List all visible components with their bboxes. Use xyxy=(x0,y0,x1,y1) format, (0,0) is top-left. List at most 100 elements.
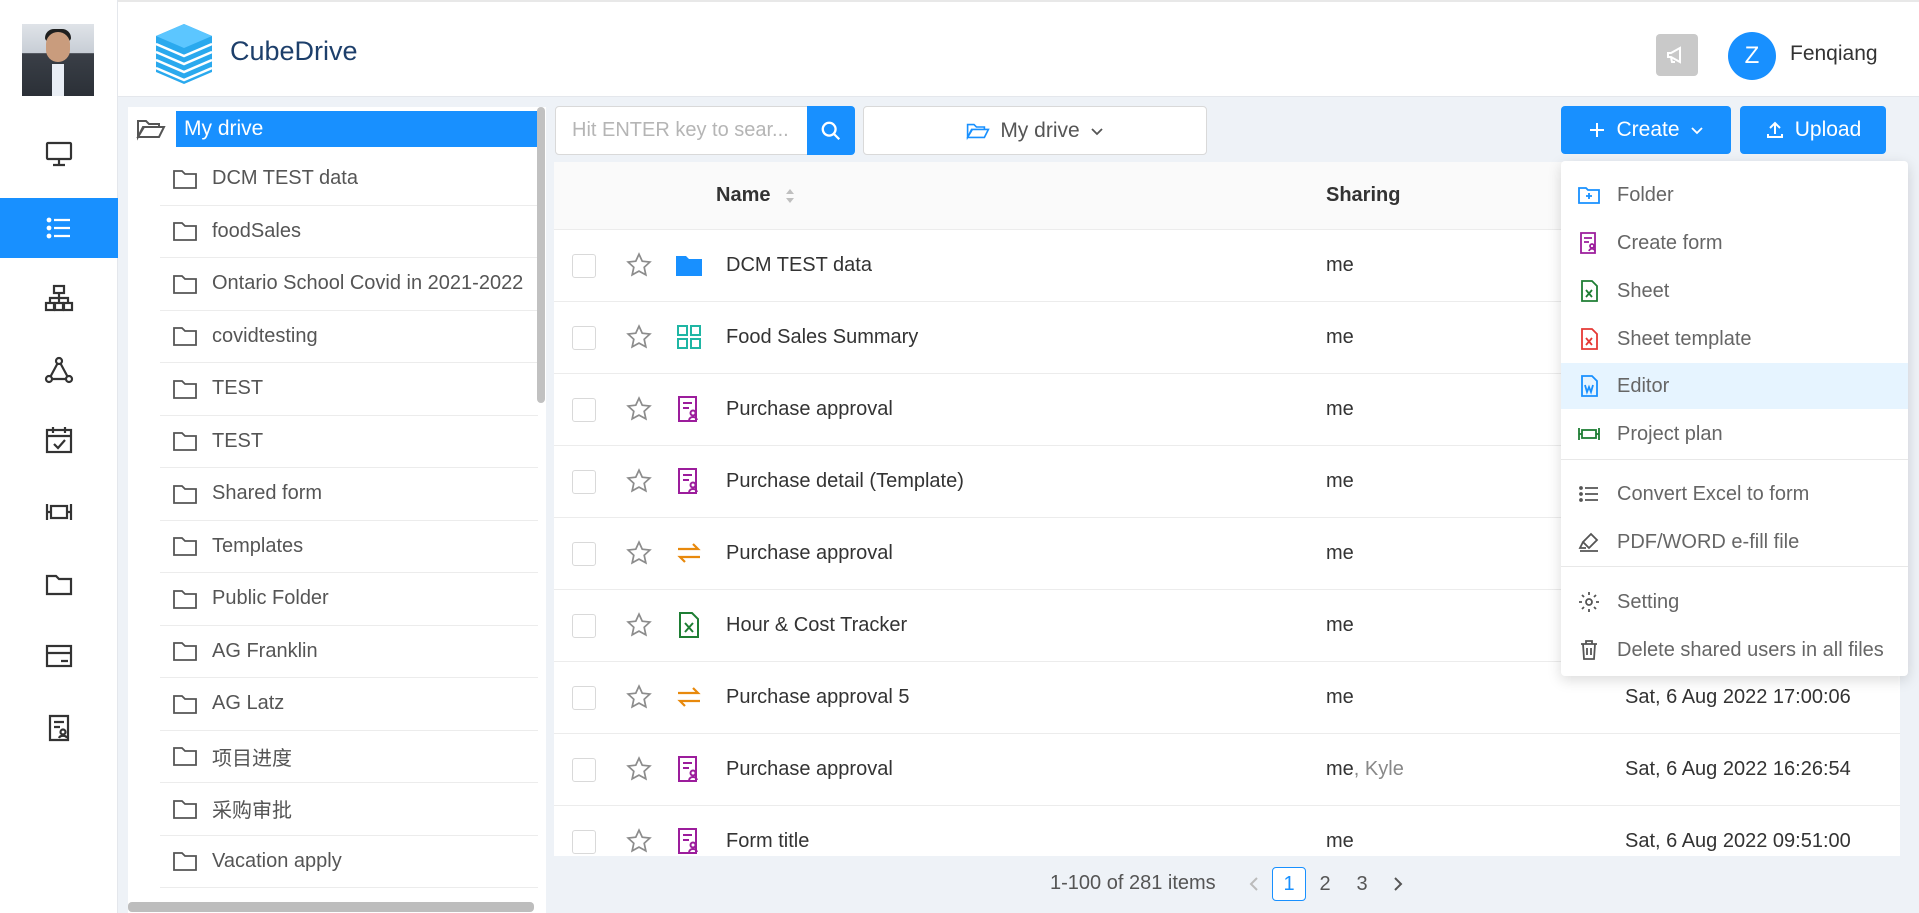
menu-item-convert-excel[interactable]: Convert Excel to form xyxy=(1561,471,1908,517)
star-icon[interactable] xyxy=(626,540,652,566)
menu-item-create-form[interactable]: Create form xyxy=(1561,220,1908,266)
menu-item-editor[interactable]: Editor xyxy=(1561,363,1908,409)
path-selector[interactable]: My drive xyxy=(863,106,1207,155)
column-header-name[interactable]: Name xyxy=(716,184,796,207)
file-name[interactable]: Purchase approval 5 xyxy=(726,686,909,709)
tree-folder-item[interactable]: Ontario School Covid in 2021-2022 xyxy=(160,258,538,311)
create-button[interactable]: Create xyxy=(1561,106,1731,154)
menu-item-folder[interactable]: Folder xyxy=(1561,172,1908,218)
page-1[interactable]: 1 xyxy=(1272,867,1306,901)
menu-item-project-plan[interactable]: Project plan xyxy=(1561,411,1908,457)
tree-folder-label: 项目进度 xyxy=(212,747,292,770)
star-icon[interactable] xyxy=(626,612,652,638)
file-name[interactable]: Purchase approval xyxy=(726,758,893,781)
page-2[interactable]: 2 xyxy=(1308,867,1342,901)
tree-folder-item[interactable]: foodSales xyxy=(160,206,538,258)
tree-folder-item[interactable]: AG Latz xyxy=(160,678,538,731)
file-name[interactable]: Food Sales Summary xyxy=(726,326,918,349)
table-row[interactable]: Form title me Sat, 6 Aug 2022 09:51:00 xyxy=(554,806,1900,856)
sheet-template-icon xyxy=(1581,328,1598,350)
row-checkbox[interactable] xyxy=(572,470,596,494)
announcement-button[interactable] xyxy=(1656,34,1698,76)
row-checkbox[interactable] xyxy=(572,686,596,710)
upload-label: Upload xyxy=(1794,118,1862,141)
file-name[interactable]: Hour & Cost Tracker xyxy=(726,614,907,637)
folder-icon xyxy=(173,274,197,294)
prev-page-button[interactable] xyxy=(1237,867,1271,901)
star-icon[interactable] xyxy=(626,324,652,350)
file-name[interactable]: Purchase detail (Template) xyxy=(726,470,964,493)
menu-item-delete-shared-users[interactable]: Delete shared users in all files xyxy=(1561,627,1908,673)
row-checkbox[interactable] xyxy=(572,830,596,854)
sort-icon[interactable] xyxy=(784,186,796,206)
form-doc-icon[interactable] xyxy=(0,698,118,758)
pagination-summary: 1-100 of 281 items xyxy=(1050,872,1216,894)
user-name[interactable]: Fenqiang xyxy=(1790,42,1878,66)
megaphone-icon xyxy=(1667,46,1681,64)
tree-folder-item[interactable]: 项目进度 xyxy=(160,731,538,783)
row-checkbox[interactable] xyxy=(572,326,596,350)
file-name[interactable]: Form title xyxy=(726,830,809,853)
form-icon xyxy=(674,466,704,496)
upload-button[interactable]: Upload xyxy=(1740,106,1886,154)
folder-icon[interactable] xyxy=(0,554,118,614)
tree-folder-label: Shared form xyxy=(212,482,323,505)
file-name[interactable]: DCM TEST data xyxy=(726,254,872,277)
menu-item-sheet[interactable]: Sheet xyxy=(1561,268,1908,314)
tree-folder-item[interactable]: AG Franklin xyxy=(160,626,538,678)
tree-folder-item[interactable]: TEST xyxy=(160,416,538,468)
next-page-button[interactable] xyxy=(1381,867,1415,901)
list-icon xyxy=(1579,486,1598,502)
menu-item-efill[interactable]: PDF/WORD e-fill file xyxy=(1561,519,1908,565)
menu-item-setting[interactable]: Setting xyxy=(1561,579,1908,625)
page-3[interactable]: 3 xyxy=(1345,867,1379,901)
user-avatar[interactable]: Z xyxy=(1728,32,1776,80)
tree-folder-item[interactable]: Shared form xyxy=(160,468,538,521)
table-row[interactable]: Purchase approval me, Kyle Sat, 6 Aug 2022… xyxy=(554,734,1900,806)
star-icon[interactable] xyxy=(626,468,652,494)
folder-icon xyxy=(173,379,197,399)
tree-folder-item[interactable]: covidtesting xyxy=(160,311,538,363)
row-checkbox[interactable] xyxy=(572,254,596,278)
card-icon[interactable] xyxy=(0,626,118,686)
project-plan-icon[interactable] xyxy=(0,482,118,542)
star-icon[interactable] xyxy=(626,396,652,422)
file-name[interactable]: Purchase approval xyxy=(726,542,893,565)
row-checkbox[interactable] xyxy=(572,614,596,638)
search-button[interactable] xyxy=(807,106,855,155)
workflow-nodes-icon[interactable] xyxy=(0,340,118,400)
star-icon[interactable] xyxy=(626,828,652,854)
tree-folder-item[interactable]: Templates xyxy=(160,521,538,573)
desktop-icon[interactable] xyxy=(0,124,118,184)
cubedrive-logo-icon[interactable] xyxy=(150,20,218,88)
file-name[interactable]: Purchase approval xyxy=(726,398,893,421)
profile-photo[interactable] xyxy=(22,24,94,96)
tree-root-my-drive[interactable]: My drive xyxy=(136,111,538,147)
calendar-check-icon[interactable] xyxy=(0,410,118,470)
tree-folder-item[interactable]: DCM TEST data xyxy=(160,153,538,206)
list-icon[interactable] xyxy=(0,198,118,258)
row-checkbox[interactable] xyxy=(572,542,596,566)
star-icon[interactable] xyxy=(626,756,652,782)
menu-divider xyxy=(1561,459,1908,460)
sharing-cell: me xyxy=(1326,830,1354,852)
create-dropdown-menu: Folder Create form Sheet Sheet template … xyxy=(1561,161,1908,676)
folder-icon xyxy=(173,222,197,242)
highlighter-icon xyxy=(1578,532,1599,552)
tree-folder-item[interactable]: TEST xyxy=(160,363,538,416)
search-input[interactable]: Hit ENTER key to sear... xyxy=(555,106,808,155)
row-checkbox[interactable] xyxy=(572,758,596,782)
tree-folder-item[interactable]: Public Folder xyxy=(160,573,538,626)
star-icon[interactable] xyxy=(626,252,652,278)
tree-root-label[interactable]: My drive xyxy=(176,111,538,147)
menu-item-sheet-template[interactable]: Sheet template xyxy=(1561,316,1908,362)
tree-folder-item[interactable]: 采购审批 xyxy=(160,783,538,836)
star-icon[interactable] xyxy=(626,684,652,710)
row-checkbox[interactable] xyxy=(572,398,596,422)
sharing-cell: me xyxy=(1326,614,1354,636)
tree-horizontal-scrollbar[interactable] xyxy=(128,902,534,912)
tree-folder-item[interactable]: Vacation apply xyxy=(160,836,538,888)
folder-icon xyxy=(173,747,197,767)
org-chart-icon[interactable] xyxy=(0,268,118,328)
tree-scrollbar[interactable] xyxy=(537,107,545,403)
